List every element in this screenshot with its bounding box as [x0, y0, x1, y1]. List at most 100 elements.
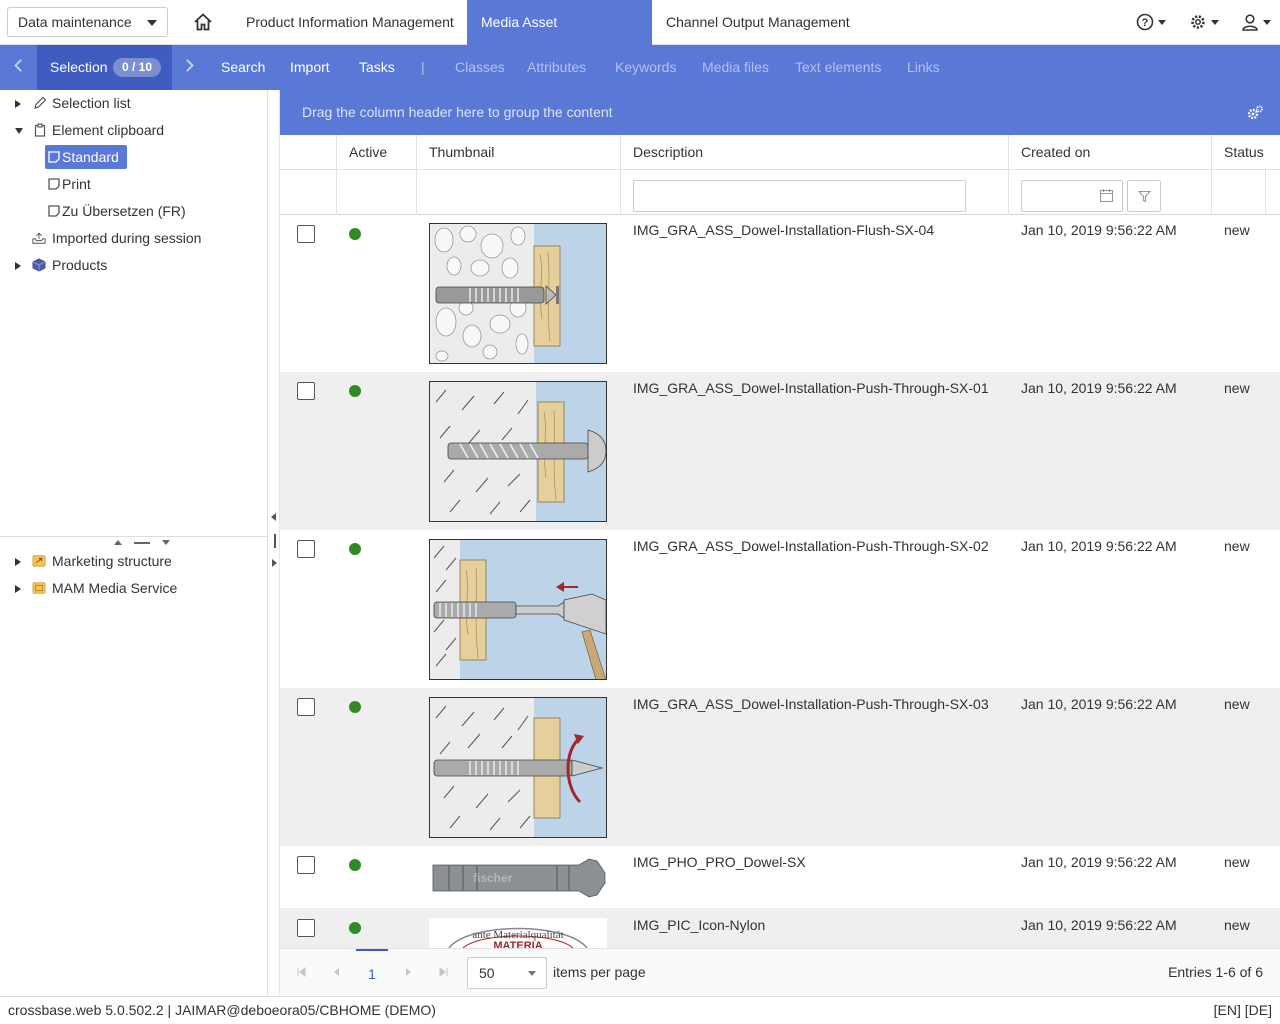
gear-icon[interactable]	[1246, 104, 1264, 122]
column-header-active[interactable]: Active	[337, 135, 387, 170]
user-icon	[1242, 14, 1258, 31]
nav-tasks[interactable]: Tasks	[359, 45, 395, 90]
row-checkbox[interactable]	[297, 225, 315, 243]
tree-item-mam-media-service[interactable]: MAM Media Service	[0, 575, 268, 602]
row-description: IMG_GRA_ASS_Dowel-Installation-Push-Thro…	[633, 538, 989, 554]
help-menu[interactable]: ?	[1136, 12, 1166, 32]
next-page-icon[interactable]	[403, 967, 413, 977]
page-size-select[interactable]: 50	[467, 957, 547, 989]
thumbnail-brand-text: fischer	[473, 871, 513, 885]
nav-import[interactable]: Import	[290, 45, 330, 90]
column-header-created-on[interactable]: Created on	[1009, 135, 1090, 170]
row-checkbox[interactable]	[297, 698, 315, 716]
tab-product-information-management[interactable]: Product Information Management	[232, 0, 468, 45]
workspace-select[interactable]: Data maintenance	[7, 7, 168, 37]
row-checkbox[interactable]	[297, 540, 315, 558]
thumbnail-image[interactable]	[429, 223, 607, 364]
row-checkbox[interactable]	[297, 919, 315, 937]
row-status: new	[1224, 538, 1250, 554]
active-status-dot	[349, 543, 361, 555]
tree-item-selection-list[interactable]: Selection list	[0, 90, 268, 117]
tree-item-marketing-structure[interactable]: Marketing structure	[0, 548, 268, 575]
table-row[interactable]: IMG_GRA_ASS_Dowel-Installation-Push-Thro…	[280, 688, 1280, 846]
expand-icon[interactable]	[15, 262, 21, 270]
nav-keywords: Keywords	[615, 59, 677, 75]
thumbnail-image[interactable]	[429, 539, 607, 680]
table-row[interactable]: IMG_GRA_ASS_Dowel-Installation-Push-Thro…	[280, 372, 1280, 530]
row-created-on: Jan 10, 2019 9:56:22 AM	[1021, 696, 1177, 712]
table-row[interactable]: fischer IMG_PHO_PRO_Dowel-SX Jan 10, 201…	[280, 846, 1280, 908]
tab-channel-output-management[interactable]: Channel Output Management	[652, 0, 864, 45]
tree-item-products[interactable]: Products	[0, 252, 268, 279]
row-description: IMG_PHO_PRO_Dowel-SX	[633, 854, 806, 870]
thumbnail-image[interactable]: fischer	[429, 855, 607, 901]
current-page[interactable]: 1	[356, 949, 388, 996]
created-on-filter-button[interactable]	[1127, 180, 1161, 212]
folder-icon	[32, 555, 46, 567]
table-row[interactable]: IMG_GRA_ASS_Dowel-Installation-Push-Thro…	[280, 530, 1280, 688]
chevron-down-icon	[1158, 19, 1166, 25]
nav-search[interactable]: Search	[221, 45, 265, 90]
note-icon	[48, 151, 60, 163]
chevron-right-icon[interactable]	[181, 59, 194, 72]
home-icon[interactable]	[193, 12, 213, 32]
note-icon	[48, 178, 60, 190]
expand-icon[interactable]	[15, 585, 21, 593]
row-created-on: Jan 10, 2019 9:56:22 AM	[1021, 538, 1177, 554]
selection-count-badge: 0 / 10	[113, 58, 162, 77]
column-header-description[interactable]: Description	[621, 135, 703, 170]
table-row[interactable]: ante Materialqualität MATERIA IMG_PIC_Ic…	[280, 908, 1280, 948]
previous-page-icon[interactable]	[332, 967, 342, 977]
row-description: IMG_GRA_ASS_Dowel-Installation-Flush-SX-…	[633, 222, 935, 238]
thumbnail-image[interactable]	[429, 697, 607, 838]
folder-icon	[32, 582, 46, 594]
thumbnail-drawing: fischer	[432, 858, 606, 898]
row-status: new	[1224, 917, 1250, 933]
expand-icon[interactable]	[15, 558, 21, 566]
group-by-bar[interactable]: Drag the column header here to group the…	[280, 90, 1280, 135]
active-status-dot	[349, 859, 361, 871]
row-description: IMG_GRA_ASS_Dowel-Installation-Push-Thro…	[633, 380, 989, 396]
expand-icon[interactable]	[15, 100, 21, 108]
navigation-tree-panel: Selection list Element clipboard Standar…	[0, 90, 268, 996]
tree-item-imported-during-session[interactable]: Imported during session	[0, 225, 268, 252]
thumbnail-image[interactable]	[429, 381, 607, 522]
language-switcher[interactable]: [EN] [DE]	[1214, 997, 1272, 1024]
collapse-icon[interactable]	[15, 128, 23, 134]
upload-icon	[32, 232, 46, 244]
selection-label: Selection	[50, 59, 108, 75]
thumbnail-drawing: ante Materialqualität MATERIA	[448, 927, 588, 948]
chevron-down-icon	[1263, 19, 1271, 25]
entries-count: Entries 1-6 of 6	[1168, 964, 1263, 980]
chevron-left-icon[interactable]	[14, 59, 27, 72]
tree-item-element-clipboard[interactable]: Element clipboard	[0, 117, 268, 144]
row-checkbox[interactable]	[297, 856, 315, 874]
table-row[interactable]: IMG_GRA_ASS_Dowel-Installation-Flush-SX-…	[280, 215, 1280, 372]
tree-item-standard[interactable]: Standard	[45, 144, 127, 171]
last-page-icon[interactable]	[438, 967, 448, 977]
panel-splitter[interactable]	[0, 536, 268, 546]
selection-tab[interactable]: Selection 0 / 10	[37, 45, 172, 90]
tree-item-zu-uebersetzen[interactable]: Zu Übersetzen (FR)	[45, 198, 245, 225]
settings-menu[interactable]	[1189, 12, 1219, 32]
tab-media-asset-management[interactable]: Media Asset Management	[467, 0, 652, 75]
column-header-status[interactable]: Status	[1212, 135, 1264, 170]
first-page-icon[interactable]	[297, 967, 307, 977]
thumbnail-image[interactable]: ante Materialqualität MATERIA	[429, 918, 607, 948]
page-size-value: 50	[479, 965, 495, 981]
calendar-icon[interactable]	[1099, 188, 1114, 203]
column-header-thumbnail[interactable]: Thumbnail	[417, 135, 494, 170]
column-divider	[416, 170, 417, 215]
seal-text-2: MATERIA	[493, 940, 542, 948]
help-icon: ?	[1136, 13, 1154, 31]
tree-item-print[interactable]: Print	[45, 171, 245, 198]
panel-collapse-handle[interactable]	[268, 90, 280, 996]
group-hint: Drag the column header here to group the…	[302, 104, 613, 120]
description-filter-input[interactable]	[633, 180, 966, 212]
column-divider	[620, 170, 621, 215]
thumbnail-drawing	[430, 382, 606, 521]
row-checkbox[interactable]	[297, 382, 315, 400]
media-grid: Drag the column header here to group the…	[280, 90, 1280, 996]
user-menu[interactable]	[1241, 12, 1271, 32]
created-on-filter-input[interactable]	[1021, 180, 1123, 212]
